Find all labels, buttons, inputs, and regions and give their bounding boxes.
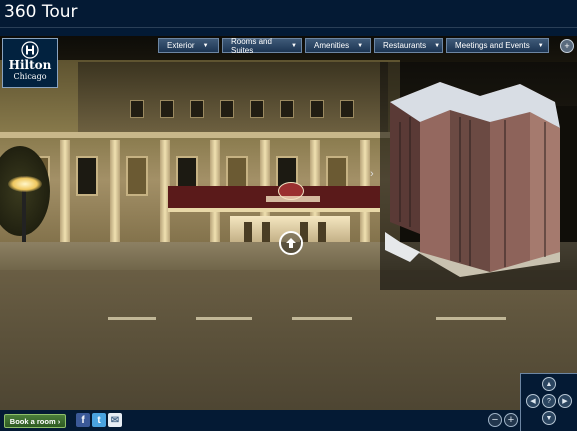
nav-item-label: Meetings and Events [455, 41, 530, 50]
window-title: 360 Tour [4, 2, 78, 22]
street-lamp-glow [8, 176, 42, 192]
upper-window [190, 100, 204, 118]
nav-item-label: Restaurants [383, 41, 427, 50]
nav-item-rooms-and-suites[interactable]: Rooms and Suites ▼ [222, 36, 302, 55]
hilton-logo-mark [21, 41, 39, 59]
chevron-down-icon: ▼ [434, 42, 441, 49]
lane-marking [196, 317, 252, 320]
logo-city: Chicago [13, 72, 47, 81]
help-icon[interactable]: ? [542, 394, 556, 408]
upper-window [250, 100, 264, 118]
nav-item-amenities[interactable]: Amenities ▼ [305, 38, 371, 53]
email-icon[interactable]: ✉ [108, 413, 122, 427]
zoom-in-icon[interactable]: + [504, 413, 518, 427]
pan-control-pad: ▲ ◀ ? ▶ ▼ [520, 373, 577, 431]
twitter-icon[interactable]: t [92, 413, 106, 427]
facebook-icon[interactable]: f [76, 413, 90, 427]
upper-window [220, 100, 234, 118]
logo-brand: Hilton [8, 58, 52, 72]
facade-cornice [0, 132, 400, 138]
panorama-viewer[interactable]: › Hilton Chicago Exterior ▼ Rooms and Su… [0, 36, 577, 431]
upper-window [160, 100, 174, 118]
hotel-upper-facade [78, 62, 388, 132]
hilton-logo[interactable]: Hilton Chicago [2, 38, 58, 88]
street [0, 270, 577, 431]
zoom-out-icon[interactable]: − [488, 413, 502, 427]
upper-window [310, 100, 324, 118]
arrow-up-icon[interactable] [279, 231, 303, 255]
facade-column [110, 140, 120, 250]
chevron-down-icon: ▼ [537, 42, 544, 49]
pan-up-icon[interactable]: ▲ [542, 377, 556, 391]
pan-right-icon[interactable]: ▶ [558, 394, 572, 408]
chevron-down-icon: ▼ [202, 42, 209, 49]
facade-window [126, 156, 148, 196]
pan-down-icon[interactable]: ▼ [542, 411, 556, 425]
upper-window [340, 100, 354, 118]
upper-window [280, 100, 294, 118]
fullscreen-icon[interactable]: + [560, 39, 574, 53]
facade-column [60, 140, 70, 250]
chevron-down-icon: ▼ [357, 42, 364, 49]
map-toggle-arrow[interactable]: › [370, 168, 374, 180]
title-bar: 360 Tour [0, 0, 577, 28]
chevron-down-icon: ▼ [291, 42, 297, 49]
lane-marking [108, 317, 156, 320]
nav-item-exterior[interactable]: Exterior ▼ [158, 38, 219, 53]
canopy-sign [266, 196, 320, 202]
nav-item-meetings-and-events[interactable]: Meetings and Events ▼ [446, 38, 549, 53]
hotel-3d-model [385, 82, 560, 277]
nav-item-label: Amenities [314, 41, 350, 50]
building-map-panel[interactable] [380, 62, 577, 290]
nav-item-label: Rooms and Suites [231, 36, 272, 55]
lane-marking [292, 317, 352, 320]
lane-marking [436, 317, 506, 320]
facade-window [76, 156, 98, 196]
nav-item-label: Exterior [167, 41, 195, 50]
nav-item-restaurants[interactable]: Restaurants ▼ [374, 38, 443, 53]
tour-nav: Exterior ▼ Rooms and Suites ▼ Amenities … [158, 36, 549, 55]
book-a-room-button[interactable]: Book a room › [4, 414, 66, 428]
pan-left-icon[interactable]: ◀ [526, 394, 540, 408]
upper-window [130, 100, 144, 118]
